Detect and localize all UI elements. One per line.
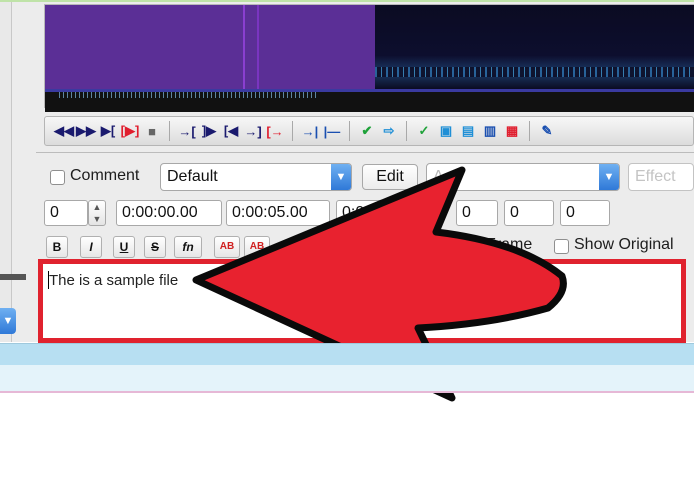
grid-divider: [0, 391, 694, 393]
annotation-arrow: [192, 166, 567, 402]
subtitle-grid-row[interactable]: [0, 365, 694, 391]
subtitle-grid-header: [0, 343, 694, 365]
